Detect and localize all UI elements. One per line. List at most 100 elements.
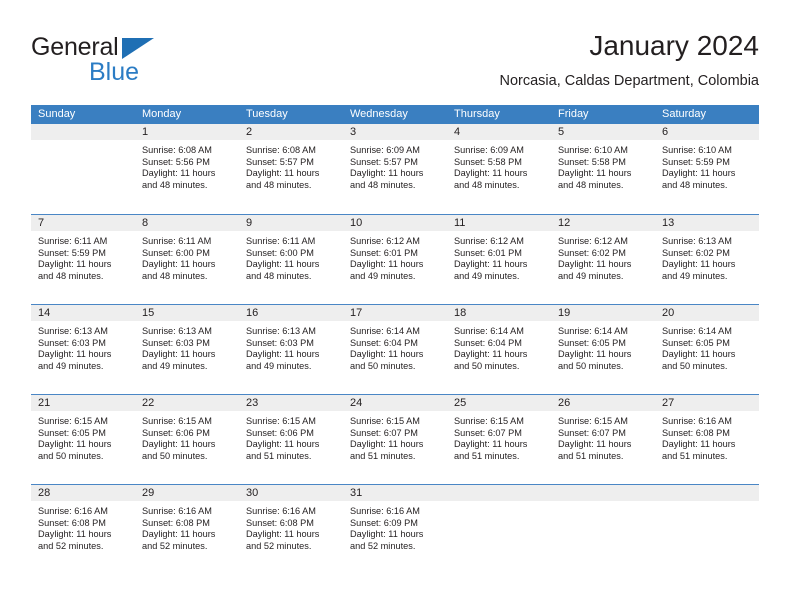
calendar-weeks: 1 Sunrise: 6:08 AM Sunset: 5:56 PM Daylight… [31,124,759,574]
weekday-header-thursday: Thursday [454,108,500,120]
day-sun-info: Sunrise: 6:14 AM Sunset: 6:05 PM Daylight:… [655,321,759,372]
calendar-day-cell[interactable]: 8 Sunrise: 6:11 AM Sunset: 6:00 PM Daylight… [135,215,239,304]
calendar-week-row: 28 Sunrise: 6:16 AM Sunset: 6:08 PM Dayligh… [31,484,759,574]
calendar-day-cell[interactable]: 7 Sunrise: 6:11 AM Sunset: 5:59 PM Daylight… [31,215,135,304]
day-sun-info: Sunrise: 6:11 AM Sunset: 6:00 PM Daylight:… [135,231,239,282]
day-number: 7 [31,215,135,231]
calendar-day-cell[interactable]: 16 Sunrise: 6:13 AM Sunset: 6:03 PM Dayligh… [239,305,343,394]
calendar-week-row: 21 Sunrise: 6:15 AM Sunset: 6:05 PM Dayligh… [31,394,759,484]
calendar-day-cell[interactable]: 29 Sunrise: 6:16 AM Sunset: 6:08 PM Dayligh… [135,485,239,574]
calendar-day-cell[interactable]: 5 Sunrise: 6:10 AM Sunset: 5:58 PM Daylight… [551,124,655,214]
sunrise-text: Sunrise: 6:13 AM [662,236,732,246]
daylight-text-line1: Daylight: 11 hours [454,349,528,360]
daylight-text-line1: Daylight: 11 hours [246,349,320,360]
calendar-day-cell[interactable]: 3 Sunrise: 6:09 AM Sunset: 5:57 PM Daylight… [343,124,447,214]
calendar-day-cell[interactable]: 9 Sunrise: 6:11 AM Sunset: 6:00 PM Daylight… [239,215,343,304]
calendar-day-cell[interactable]: 17 Sunrise: 6:14 AM Sunset: 6:04 PM Dayligh… [343,305,447,394]
day-sun-info: Sunrise: 6:13 AM Sunset: 6:02 PM Daylight:… [655,231,759,282]
sunset-text: Sunset: 6:07 PM [454,427,522,438]
calendar-day-cell[interactable]: 15 Sunrise: 6:13 AM Sunset: 6:03 PM Dayligh… [135,305,239,394]
day-sun-info: Sunrise: 6:15 AM Sunset: 6:07 PM Daylight:… [343,411,447,462]
calendar-week-row: 14 Sunrise: 6:13 AM Sunset: 6:03 PM Dayligh… [31,304,759,394]
day-sun-info: Sunrise: 6:11 AM Sunset: 6:00 PM Daylight:… [239,231,343,282]
calendar-day-cell[interactable]: 26 Sunrise: 6:15 AM Sunset: 6:07 PM Dayligh… [551,395,655,484]
day-number: 24 [343,395,447,411]
calendar-page: General Blue January 2024 Norcasia, Cald… [0,0,792,612]
daylight-text-line2: and 48 minutes. [350,179,416,190]
daylight-text-line2: and 51 minutes. [662,450,728,461]
sunset-text: Sunset: 6:08 PM [246,517,314,528]
day-number [447,485,551,501]
day-number: 20 [655,305,759,321]
daylight-text-line1: Daylight: 11 hours [38,349,112,360]
sunrise-text: Sunrise: 6:16 AM [662,416,732,426]
sunset-text: Sunset: 6:03 PM [142,337,210,348]
day-number [31,124,135,140]
calendar-day-cell[interactable]: 20 Sunrise: 6:14 AM Sunset: 6:05 PM Dayligh… [655,305,759,394]
sunset-text: Sunset: 5:59 PM [38,247,106,258]
daylight-text-line1: Daylight: 11 hours [246,259,320,270]
calendar-day-cell[interactable]: 24 Sunrise: 6:15 AM Sunset: 6:07 PM Dayligh… [343,395,447,484]
page-title: January 2024 [589,30,759,61]
calendar-day-cell[interactable]: 31 Sunrise: 6:16 AM Sunset: 6:09 PM Dayligh… [343,485,447,574]
calendar-day-cell[interactable]: 4 Sunrise: 6:09 AM Sunset: 5:58 PM Daylight… [447,124,551,214]
calendar-day-cell[interactable]: 18 Sunrise: 6:14 AM Sunset: 6:04 PM Dayligh… [447,305,551,394]
day-number: 25 [447,395,551,411]
sunrise-text: Sunrise: 6:14 AM [662,326,732,336]
sunset-text: Sunset: 5:58 PM [558,156,626,167]
calendar-day-cell[interactable]: 28 Sunrise: 6:16 AM Sunset: 6:08 PM Dayligh… [31,485,135,574]
day-sun-info: Sunrise: 6:14 AM Sunset: 6:04 PM Daylight:… [343,321,447,372]
day-number: 18 [447,305,551,321]
sunrise-text: Sunrise: 6:11 AM [142,236,212,246]
page-subtitle: Norcasia, Caldas Department, Colombia [499,73,760,89]
daylight-text-line1: Daylight: 11 hours [246,439,320,450]
daylight-text-line1: Daylight: 11 hours [350,259,424,270]
calendar-day-cell[interactable]: 13 Sunrise: 6:13 AM Sunset: 6:02 PM Dayligh… [655,215,759,304]
calendar-day-cell[interactable]: 12 Sunrise: 6:12 AM Sunset: 6:02 PM Dayligh… [551,215,655,304]
brand-triangle-icon [122,38,154,59]
calendar-day-cell[interactable]: 21 Sunrise: 6:15 AM Sunset: 6:05 PM Dayligh… [31,395,135,484]
day-number: 31 [343,485,447,501]
calendar-day-cell[interactable]: 14 Sunrise: 6:13 AM Sunset: 6:03 PM Dayligh… [31,305,135,394]
calendar-day-cell[interactable]: 11 Sunrise: 6:12 AM Sunset: 6:01 PM Dayligh… [447,215,551,304]
calendar-week-row: 7 Sunrise: 6:11 AM Sunset: 5:59 PM Daylight… [31,214,759,304]
sunrise-text: Sunrise: 6:11 AM [246,236,316,246]
sunrise-text: Sunrise: 6:12 AM [350,236,420,246]
calendar-day-cell[interactable]: 25 Sunrise: 6:15 AM Sunset: 6:07 PM Dayligh… [447,395,551,484]
calendar-day-cell[interactable]: 23 Sunrise: 6:15 AM Sunset: 6:06 PM Dayligh… [239,395,343,484]
daylight-text-line1: Daylight: 11 hours [350,349,424,360]
daylight-text-line2: and 48 minutes. [142,179,208,190]
calendar-day-cell[interactable]: 10 Sunrise: 6:12 AM Sunset: 6:01 PM Dayligh… [343,215,447,304]
calendar-day-cell[interactable]: 1 Sunrise: 6:08 AM Sunset: 5:56 PM Daylight… [135,124,239,214]
sunset-text: Sunset: 5:57 PM [350,156,418,167]
calendar-day-cell-empty [551,485,655,574]
weekday-header-saturday: Saturday [662,108,707,120]
sunrise-text: Sunrise: 6:15 AM [142,416,212,426]
calendar-day-cell[interactable]: 2 Sunrise: 6:08 AM Sunset: 5:57 PM Daylight… [239,124,343,214]
day-number: 27 [655,395,759,411]
calendar-day-cell[interactable]: 6 Sunrise: 6:10 AM Sunset: 5:59 PM Daylight… [655,124,759,214]
day-number: 22 [135,395,239,411]
day-sun-info: Sunrise: 6:09 AM Sunset: 5:57 PM Daylight:… [343,140,447,191]
daylight-text-line1: Daylight: 11 hours [38,259,112,270]
day-sun-info [31,140,135,145]
day-sun-info: Sunrise: 6:09 AM Sunset: 5:58 PM Daylight:… [447,140,551,191]
calendar-day-cell[interactable]: 30 Sunrise: 6:16 AM Sunset: 6:08 PM Dayligh… [239,485,343,574]
sunset-text: Sunset: 6:00 PM [246,247,314,258]
sunset-text: Sunset: 5:59 PM [662,156,730,167]
calendar-day-cell[interactable]: 22 Sunrise: 6:15 AM Sunset: 6:06 PM Dayligh… [135,395,239,484]
daylight-text-line2: and 48 minutes. [38,270,104,281]
general-blue-logo[interactable]: General Blue [31,33,201,91]
daylight-text-line1: Daylight: 11 hours [454,259,528,270]
daylight-text-line2: and 48 minutes. [558,179,624,190]
calendar-day-cell[interactable]: 27 Sunrise: 6:16 AM Sunset: 6:08 PM Dayligh… [655,395,759,484]
day-sun-info: Sunrise: 6:10 AM Sunset: 5:59 PM Daylight:… [655,140,759,191]
daylight-text-line2: and 50 minutes. [38,450,104,461]
sunset-text: Sunset: 6:08 PM [142,517,210,528]
sunset-text: Sunset: 6:01 PM [454,247,522,258]
daylight-text-line2: and 48 minutes. [246,179,312,190]
daylight-text-line1: Daylight: 11 hours [38,529,112,540]
sunrise-text: Sunrise: 6:15 AM [38,416,108,426]
weekday-header-friday: Friday [558,108,589,120]
calendar-day-cell[interactable]: 19 Sunrise: 6:14 AM Sunset: 6:05 PM Dayligh… [551,305,655,394]
